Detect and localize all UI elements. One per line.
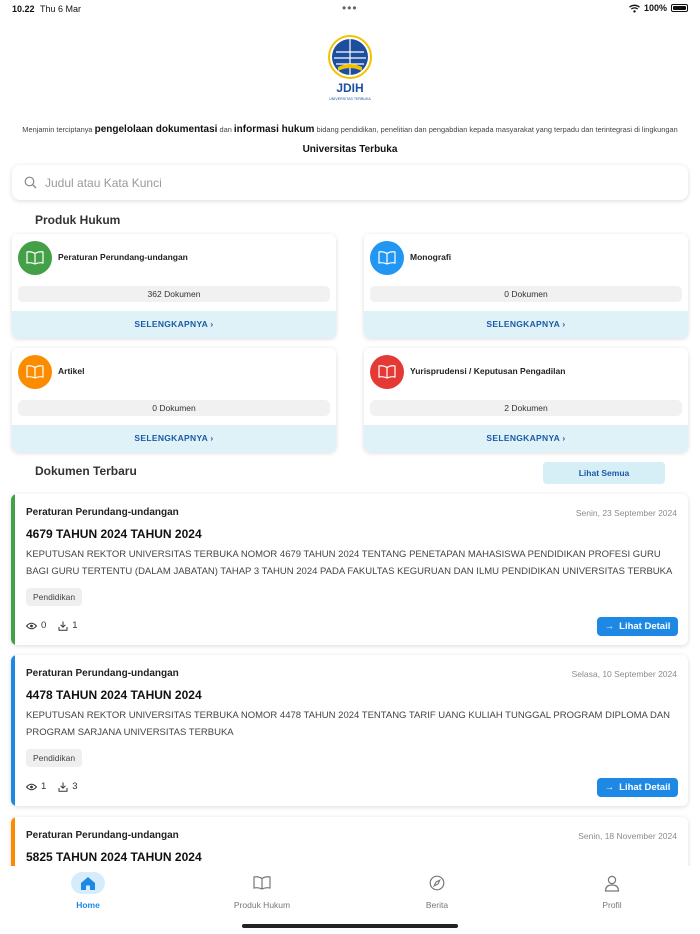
download-icon bbox=[58, 782, 68, 792]
book-open-icon bbox=[26, 251, 44, 265]
document-accent-bar bbox=[11, 655, 15, 806]
tab-label: Home bbox=[76, 900, 100, 910]
book-open-icon bbox=[378, 365, 396, 379]
produk-icon-circle bbox=[18, 241, 52, 275]
search-icon bbox=[24, 176, 37, 189]
document-description: KEPUTUSAN REKTOR UNIVERSITAS TERBUKA NOM… bbox=[26, 710, 671, 738]
section-title-produk-hukum: Produk Hukum bbox=[35, 213, 121, 227]
jdih-logo: JDIH UNIVERSITAS TERBUKA bbox=[326, 34, 374, 104]
produk-name: Artikel bbox=[58, 366, 85, 376]
document-card[interactable]: Peraturan Perundang-undangan Senin, 23 S… bbox=[11, 494, 688, 645]
document-accent-bar bbox=[11, 494, 15, 645]
lihat-detail-button[interactable]: → Lihat Detail bbox=[597, 778, 678, 797]
produk-card-artikel[interactable]: Artikel 0 Dokumen SELENGKAPNYA › bbox=[12, 348, 336, 452]
produk-count: 362 Dokumen bbox=[18, 286, 330, 302]
produk-card-yurisprudensi[interactable]: Yurisprudensi / Keputusan Pengadilan 2 D… bbox=[364, 348, 688, 452]
lihat-semua-button[interactable]: Lihat Semua bbox=[543, 462, 665, 484]
produk-name: Peraturan Perundang-undangan bbox=[58, 252, 188, 262]
search-bar[interactable] bbox=[12, 165, 688, 200]
document-stats: 0 1 bbox=[26, 620, 78, 631]
produk-count: 0 Dokumen bbox=[18, 400, 330, 416]
arrow-right-icon: → bbox=[604, 621, 615, 632]
document-category: Peraturan Perundang-undangan bbox=[26, 668, 179, 679]
lihat-detail-label: Lihat Detail bbox=[619, 782, 671, 793]
wifi-icon bbox=[629, 4, 640, 13]
document-title: 5825 TAHUN 2024 TAHUN 2024 bbox=[26, 850, 202, 864]
status-indicators: 100% bbox=[629, 3, 688, 13]
document-date: Senin, 18 November 2024 bbox=[578, 831, 677, 841]
home-icon bbox=[71, 872, 105, 894]
document-category: Peraturan Perundang-undangan bbox=[26, 507, 179, 518]
lihat-detail-button[interactable]: → Lihat Detail bbox=[597, 617, 678, 636]
tab-label: Produk Hukum bbox=[233, 900, 291, 910]
logo-text: JDIH bbox=[336, 81, 363, 95]
view-count: 1 bbox=[41, 781, 47, 792]
document-date: Senin, 23 September 2024 bbox=[575, 508, 677, 518]
produk-icon-circle bbox=[18, 355, 52, 389]
search-input[interactable] bbox=[45, 175, 688, 190]
home-indicator[interactable] bbox=[242, 924, 458, 928]
section-title-dokumen-terbaru: Dokumen Terbaru bbox=[35, 464, 137, 478]
tagline: Menjamin terciptanya pengelolaan dokumen… bbox=[10, 122, 690, 157]
eye-icon bbox=[26, 783, 37, 790]
tagline-text: Menjamin terciptanya bbox=[22, 125, 95, 134]
download-count: 3 bbox=[72, 781, 78, 792]
battery-icon bbox=[671, 4, 688, 12]
tab-produk-hukum[interactable]: Produk Hukum bbox=[212, 872, 312, 910]
document-title: 4478 TAHUN 2024 TAHUN 2024 bbox=[26, 688, 202, 702]
book-open-icon bbox=[378, 251, 396, 265]
selengkapnya-button[interactable]: SELENGKAPNYA › bbox=[364, 425, 688, 452]
eye-icon bbox=[26, 622, 37, 629]
produk-count: 2 Dokumen bbox=[370, 400, 682, 416]
tagline-emphasis: informasi hukum bbox=[233, 124, 315, 135]
selengkapnya-button[interactable]: SELENGKAPNYA › bbox=[12, 311, 336, 338]
tagline-emphasis: pengelolaan dokumentasi bbox=[94, 124, 218, 135]
battery-percent: 100% bbox=[643, 3, 667, 13]
tab-profil[interactable]: Profil bbox=[562, 872, 662, 910]
document-tag: Pendidikan bbox=[26, 588, 83, 606]
selengkapnya-button[interactable]: SELENGKAPNYA › bbox=[12, 425, 336, 452]
produk-icon-circle bbox=[370, 241, 404, 275]
tagline-text: bidang pendidikan, penelitian dan pengab… bbox=[314, 125, 678, 134]
document-category: Peraturan Perundang-undangan bbox=[26, 830, 179, 841]
document-description: KEPUTUSAN REKTOR UNIVERSITAS TERBUKA NOM… bbox=[26, 549, 673, 577]
logo-subtext: UNIVERSITAS TERBUKA bbox=[329, 97, 371, 101]
status-time: 10.22 bbox=[12, 4, 35, 14]
document-tag: Pendidikan bbox=[26, 749, 83, 767]
book-icon bbox=[245, 872, 279, 894]
tab-berita[interactable]: Berita bbox=[387, 872, 487, 910]
status-date: Thu 6 Mar bbox=[40, 4, 82, 14]
produk-name: Monografi bbox=[410, 252, 452, 262]
produk-card-peraturan[interactable]: Peraturan Perundang-undangan 362 Dokumen… bbox=[12, 234, 336, 338]
produk-count: 0 Dokumen bbox=[370, 286, 682, 302]
tab-home[interactable]: Home bbox=[38, 872, 138, 910]
multitasking-dots-icon[interactable]: ••• bbox=[342, 1, 358, 15]
arrow-right-icon: → bbox=[604, 782, 615, 793]
produk-icon-circle bbox=[370, 355, 404, 389]
tab-label: Berita bbox=[425, 900, 449, 910]
download-count: 1 bbox=[72, 620, 78, 631]
user-icon bbox=[595, 872, 629, 894]
download-icon bbox=[58, 621, 68, 631]
tagline-text: dan bbox=[217, 125, 234, 134]
view-count: 0 bbox=[41, 620, 47, 631]
lihat-detail-label: Lihat Detail bbox=[619, 621, 671, 632]
status-bar: 10.22 Thu 6 Mar ••• 100% bbox=[0, 0, 700, 18]
document-stats: 1 3 bbox=[26, 781, 78, 792]
book-open-icon bbox=[26, 365, 44, 379]
document-title: 4679 TAHUN 2024 TAHUN 2024 bbox=[26, 527, 202, 541]
tab-label: Profil bbox=[602, 900, 622, 910]
compass-icon bbox=[420, 872, 454, 894]
document-date: Selasa, 10 September 2024 bbox=[571, 669, 677, 679]
produk-card-monografi[interactable]: Monografi 0 Dokumen SELENGKAPNYA › bbox=[364, 234, 688, 338]
produk-name: Yurisprudensi / Keputusan Pengadilan bbox=[410, 366, 566, 376]
document-card[interactable]: Peraturan Perundang-undangan Selasa, 10 … bbox=[11, 655, 688, 806]
institution-name: Universitas Terbuka bbox=[302, 143, 398, 155]
selengkapnya-button[interactable]: SELENGKAPNYA › bbox=[364, 311, 688, 338]
